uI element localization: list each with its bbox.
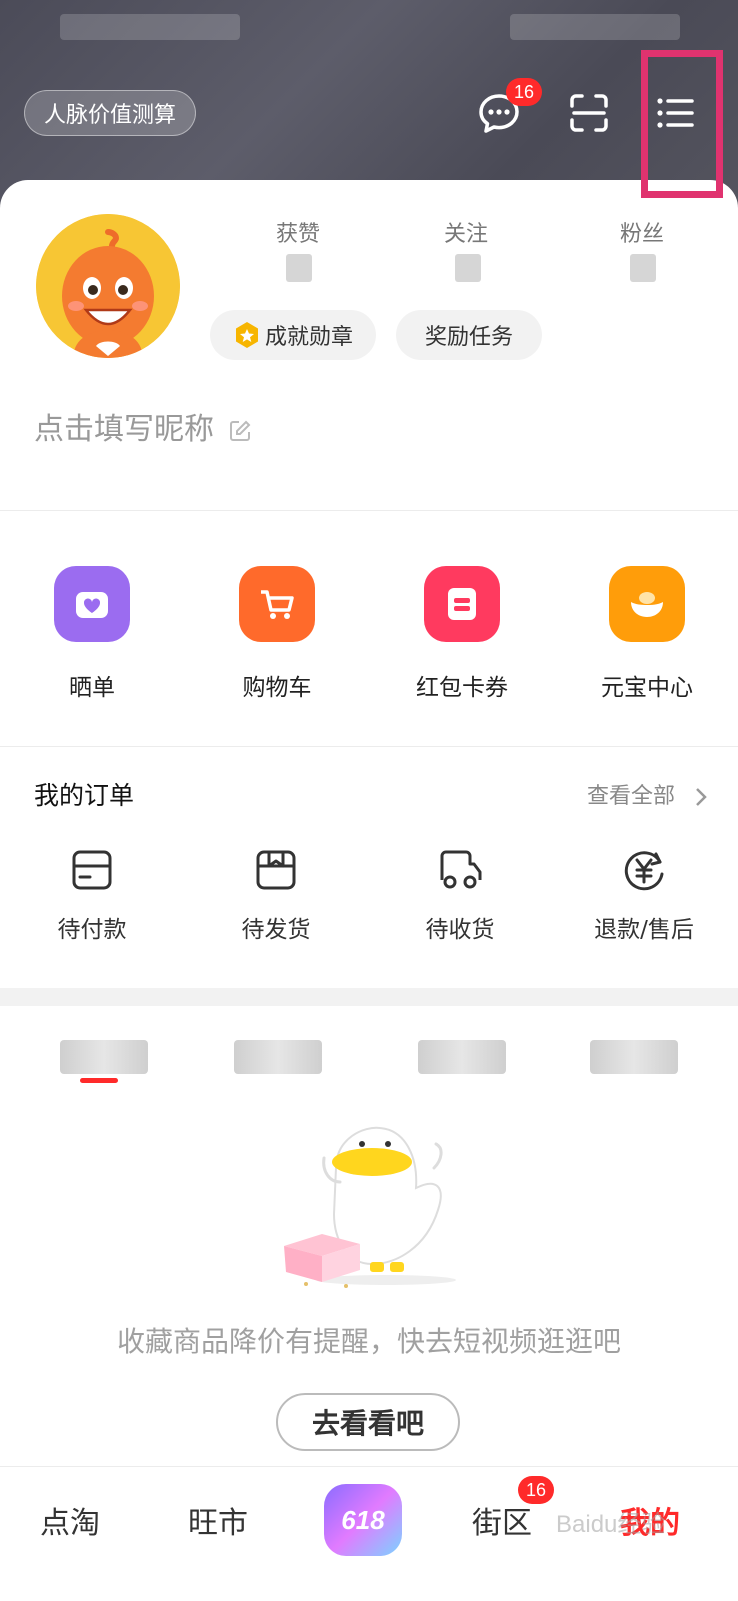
- scan-button[interactable]: [566, 90, 612, 136]
- avatar[interactable]: [36, 214, 180, 358]
- section-divider-band: [0, 988, 738, 1006]
- divider: [0, 510, 738, 511]
- content-tab-blurred[interactable]: [418, 1040, 506, 1074]
- heart-bag-icon: [76, 592, 108, 618]
- achievement-badge-chip[interactable]: 成就勋章: [210, 310, 376, 360]
- content-tab-blurred[interactable]: [234, 1040, 322, 1074]
- medal-icon: [235, 322, 258, 348]
- likes-value-blurred[interactable]: [286, 254, 312, 282]
- see-all-orders-link[interactable]: 查看全部: [587, 778, 708, 810]
- nav-diantao[interactable]: 点淘: [40, 1498, 100, 1542]
- empty-state-text: 收藏商品降价有提醒，快去短视频逛逛吧: [116, 1325, 621, 1358]
- chevron-right-icon: [696, 788, 707, 806]
- reward-chip-label: 奖励任务: [424, 325, 513, 350]
- nickname-prompt[interactable]: 点击填写昵称: [34, 404, 252, 448]
- see-all-label: 查看全部: [586, 784, 675, 809]
- wallet-icon[interactable]: [68, 846, 116, 894]
- edit-icon: [229, 420, 250, 441]
- divider: [0, 746, 738, 747]
- scan-icon: [570, 94, 608, 132]
- achievement-chip-label: 成就勋章: [264, 325, 353, 350]
- refund-aftersale-label: 退款/售后: [594, 917, 694, 943]
- content-tab-blurred[interactable]: [60, 1040, 148, 1074]
- network-value-button[interactable]: 人脉价值测算: [24, 90, 196, 136]
- pending-receipt-label: 待收货: [425, 917, 495, 943]
- duck-box-illustration-icon: [284, 1126, 456, 1288]
- go-browse-button[interactable]: 去看看吧: [276, 1393, 460, 1451]
- likes-label: 获赞: [275, 222, 320, 247]
- message-count-badge: 16: [506, 78, 542, 106]
- refund-icon[interactable]: [620, 846, 668, 894]
- content-tab-blurred[interactable]: [590, 1040, 678, 1074]
- nav-618-promo[interactable]: 618: [324, 1484, 402, 1556]
- share-order-label: 晒单: [69, 675, 115, 701]
- promo-618-label: 618: [341, 1504, 385, 1535]
- cart-button[interactable]: [239, 566, 315, 642]
- fans-value-blurred[interactable]: [630, 254, 656, 282]
- status-bar-blurred: [60, 14, 240, 40]
- yuanbao-label: 元宝中心: [601, 675, 693, 701]
- package-icon[interactable]: [252, 846, 300, 894]
- following-label: 关注: [443, 222, 488, 247]
- reward-task-chip[interactable]: 奖励任务: [396, 310, 542, 360]
- cart-label: 购物车: [242, 675, 312, 701]
- pending-payment-label: 待付款: [57, 917, 127, 943]
- nickname-text: 点击填写昵称: [34, 412, 214, 447]
- coupon-button[interactable]: [424, 566, 500, 642]
- baidu-watermark: Baidu经验: [556, 1511, 666, 1538]
- pending-shipment-label: 待发货: [241, 917, 311, 943]
- yuanbao-button[interactable]: [609, 566, 685, 642]
- nav-street[interactable]: 街区: [472, 1498, 532, 1542]
- fans-label: 粉丝: [619, 222, 664, 247]
- red-packet-icon: [448, 588, 476, 620]
- nav-wangshi[interactable]: 旺市: [188, 1498, 248, 1542]
- following-value-blurred[interactable]: [455, 254, 481, 282]
- shopping-cart-icon: [261, 590, 294, 619]
- gold-ingot-icon: [631, 592, 663, 617]
- status-bar-blurred-right: [510, 14, 680, 40]
- my-orders-title: 我的订单: [34, 781, 135, 810]
- mascot-avatar-icon: [36, 214, 180, 358]
- active-tab-indicator: [80, 1078, 118, 1083]
- street-badge: 16: [518, 1476, 554, 1504]
- coupon-label: 红包卡券: [416, 675, 508, 701]
- share-order-button[interactable]: [54, 566, 130, 642]
- highlight-box: [641, 50, 723, 198]
- delivery-truck-icon[interactable]: [436, 846, 484, 894]
